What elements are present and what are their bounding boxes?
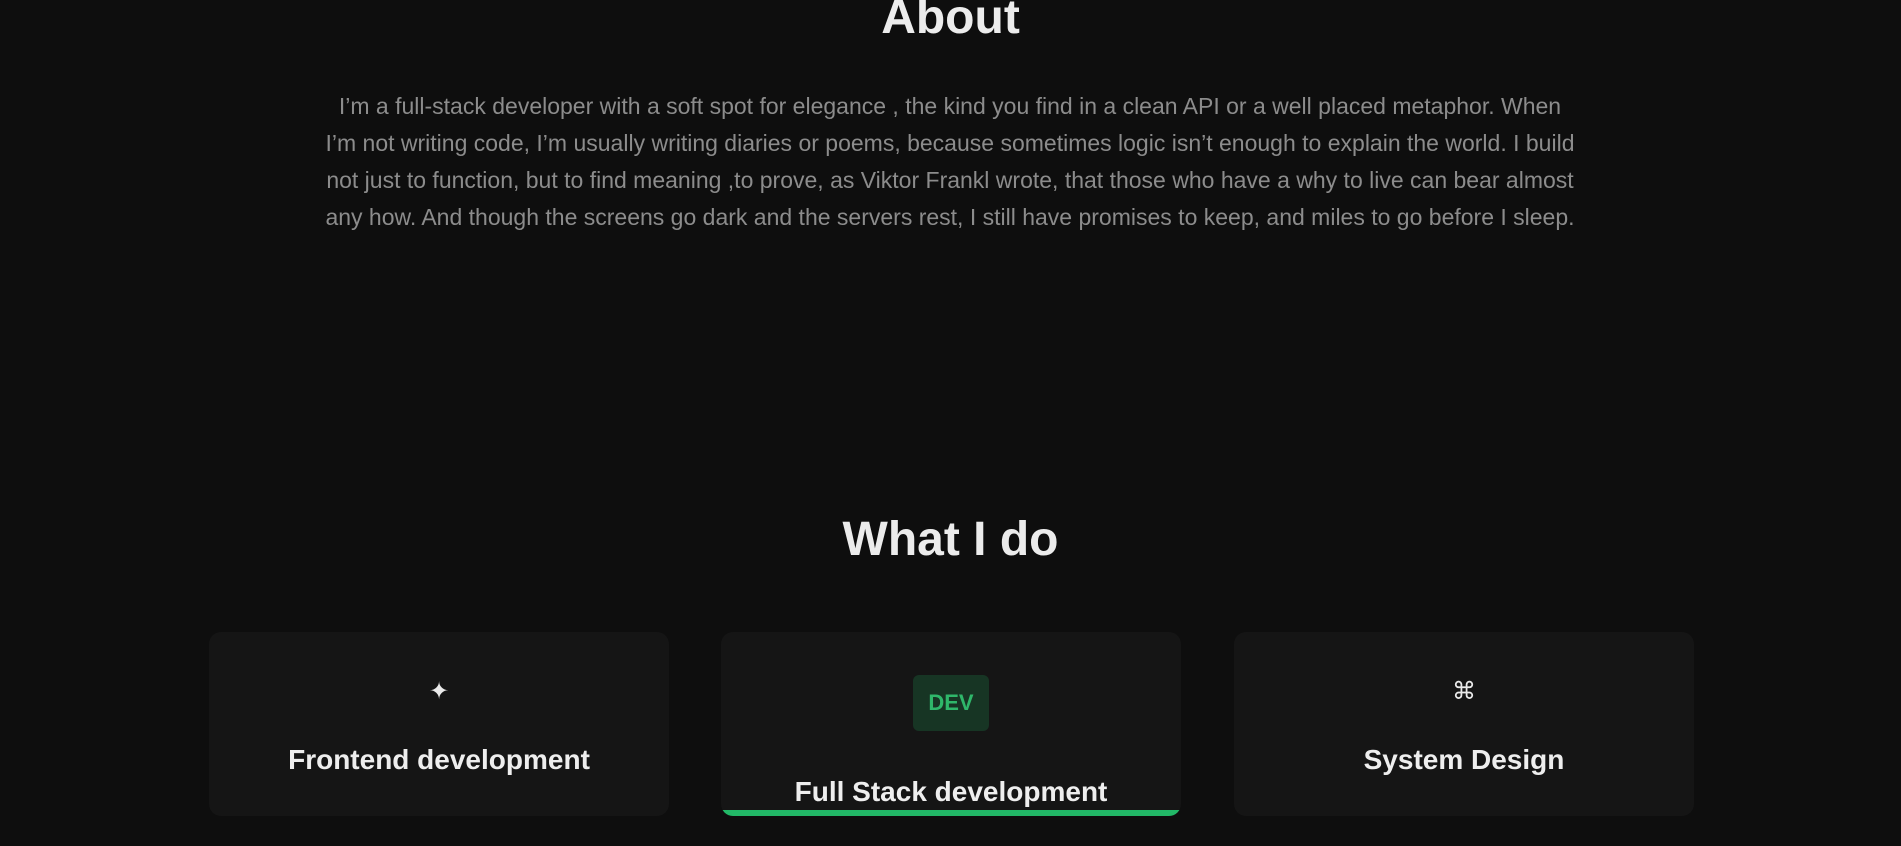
services-cards: ✦ Frontend development DEV Full Stack de…: [0, 632, 1901, 817]
page: About I’m a full-stack developer with a …: [0, 0, 1901, 846]
active-indicator-bar: [721, 810, 1181, 816]
service-card-title: Frontend development: [288, 744, 590, 775]
service-card-fullstack[interactable]: DEV Full Stack development: [721, 632, 1181, 816]
service-card-title: Full Stack development: [794, 776, 1108, 807]
about-heading: About: [881, 0, 1020, 44]
service-card-frontend[interactable]: ✦ Frontend development: [209, 632, 669, 816]
service-card-system-design[interactable]: ⌘ System Design: [1234, 632, 1694, 816]
about-paragraph: I’m a full-stack developer with a soft s…: [325, 93, 1575, 230]
sparkle-icon: ✦: [428, 678, 450, 705]
command-icon: ⌘: [1452, 678, 1476, 705]
dev-badge-icon: DEV: [913, 675, 989, 731]
what-i-do-heading: What I do: [842, 513, 1059, 566]
service-card-title: System Design: [1363, 744, 1565, 775]
